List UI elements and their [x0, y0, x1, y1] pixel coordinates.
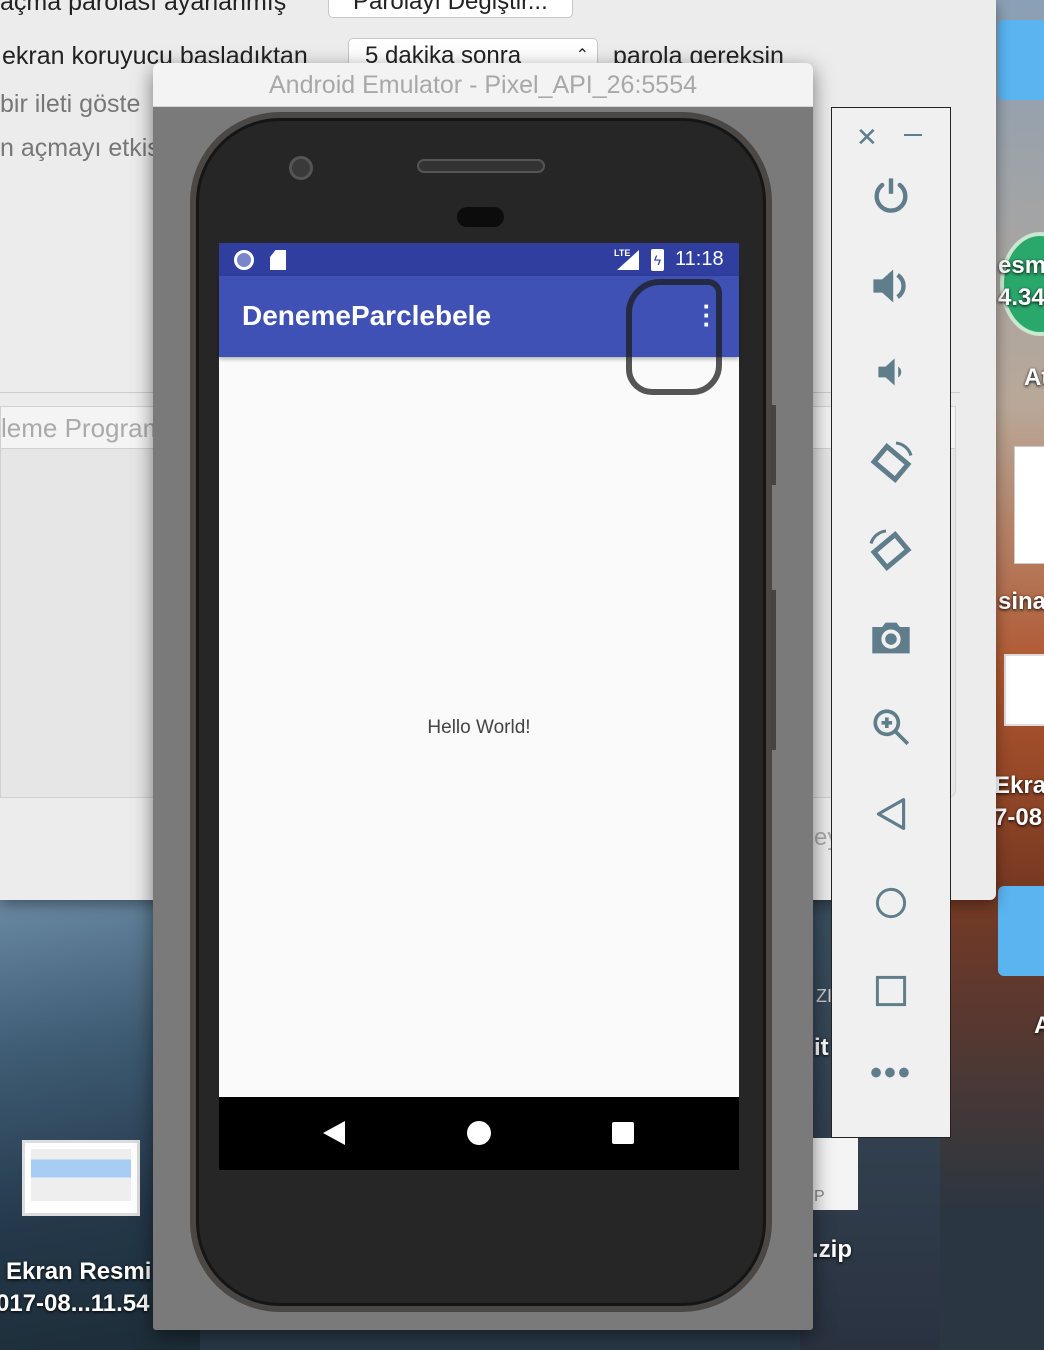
- notification-circle-icon: [234, 250, 254, 270]
- desktop-label[interactable]: Ekra: [994, 772, 1044, 800]
- overview-icon[interactable]: [832, 974, 950, 1013]
- power-icon[interactable]: [832, 174, 950, 223]
- desktop-label[interactable]: ZI: [816, 986, 832, 1007]
- folder-icon[interactable]: [998, 886, 1044, 976]
- battery-charging-icon: ϟ: [651, 249, 664, 271]
- desktop-label[interactable]: it: [814, 1034, 829, 1062]
- overview-nav-button[interactable]: [612, 1122, 634, 1144]
- device-screen[interactable]: LTE ϟ 11:18 DenemeParclebele · · · Hello W…: [219, 243, 739, 1170]
- message-label: bir ileti göste: [0, 90, 141, 118]
- emulator-title: Android Emulator - Pixel_API_26:5554: [153, 63, 813, 107]
- minimize-icon[interactable]: [904, 134, 922, 136]
- desktop-label[interactable]: .zip: [812, 1236, 852, 1264]
- change-password-button[interactable]: Parolayı Değiştir...: [328, 0, 573, 18]
- desktop-label[interactable]: 7-08: [994, 804, 1042, 832]
- volume-down-icon[interactable]: [832, 354, 950, 395]
- back-icon[interactable]: [832, 796, 950, 837]
- volume-side-button[interactable]: [771, 590, 776, 750]
- sd-card-icon: [270, 250, 286, 270]
- desktop-label[interactable]: A: [1034, 1012, 1044, 1040]
- password-status-label: açma parolası ayarlanmış: [0, 0, 287, 16]
- desktop-label[interactable]: sina: [998, 588, 1044, 616]
- rotate-left-icon[interactable]: [832, 438, 950, 493]
- volume-up-icon[interactable]: [832, 264, 950, 313]
- status-bar: LTE ϟ 11:18: [219, 243, 739, 276]
- hello-world-text: Hello World!: [427, 717, 531, 738]
- desktop-label[interactable]: 4.34: [998, 284, 1044, 312]
- lte-label: LTE: [614, 248, 631, 258]
- earpiece-speaker: [417, 159, 545, 173]
- app-title: DenemeParclebele: [242, 300, 492, 331]
- zoom-icon[interactable]: [832, 706, 950, 753]
- drawn-annotation-mark: [626, 279, 722, 395]
- power-side-button[interactable]: [771, 405, 776, 485]
- emulator-toolbar: ✕ •••: [831, 107, 951, 1138]
- unlock-label: n açmayı etkis: [0, 134, 160, 162]
- proximity-sensor: [457, 207, 504, 227]
- document-thumbnail[interactable]: [1014, 446, 1044, 564]
- rotate-right-icon[interactable]: [832, 526, 950, 581]
- front-camera: [289, 156, 313, 180]
- screenshot-thumbnail[interactable]: [1004, 654, 1044, 726]
- close-icon[interactable]: ✕: [856, 122, 878, 153]
- desktop-file-thumbnail[interactable]: [22, 1140, 140, 1216]
- home-nav-button[interactable]: [467, 1121, 491, 1145]
- desktop-label[interactable]: P: [814, 1188, 825, 1206]
- home-icon[interactable]: [832, 886, 950, 925]
- folder-icon[interactable]: [998, 20, 1044, 100]
- desktop-label[interactable]: esm: [998, 252, 1044, 280]
- desktop-label[interactable]: At: [1024, 364, 1044, 392]
- navigation-bar: [219, 1097, 739, 1170]
- back-nav-button[interactable]: [323, 1121, 345, 1145]
- clock: 11:18: [675, 248, 724, 270]
- more-options-icon[interactable]: •••: [832, 1054, 950, 1093]
- desktop-file-date[interactable]: 017-08...11.54: [0, 1290, 149, 1318]
- camera-icon[interactable]: [832, 616, 950, 665]
- desktop-file-name[interactable]: Ekran Resmi: [6, 1258, 151, 1286]
